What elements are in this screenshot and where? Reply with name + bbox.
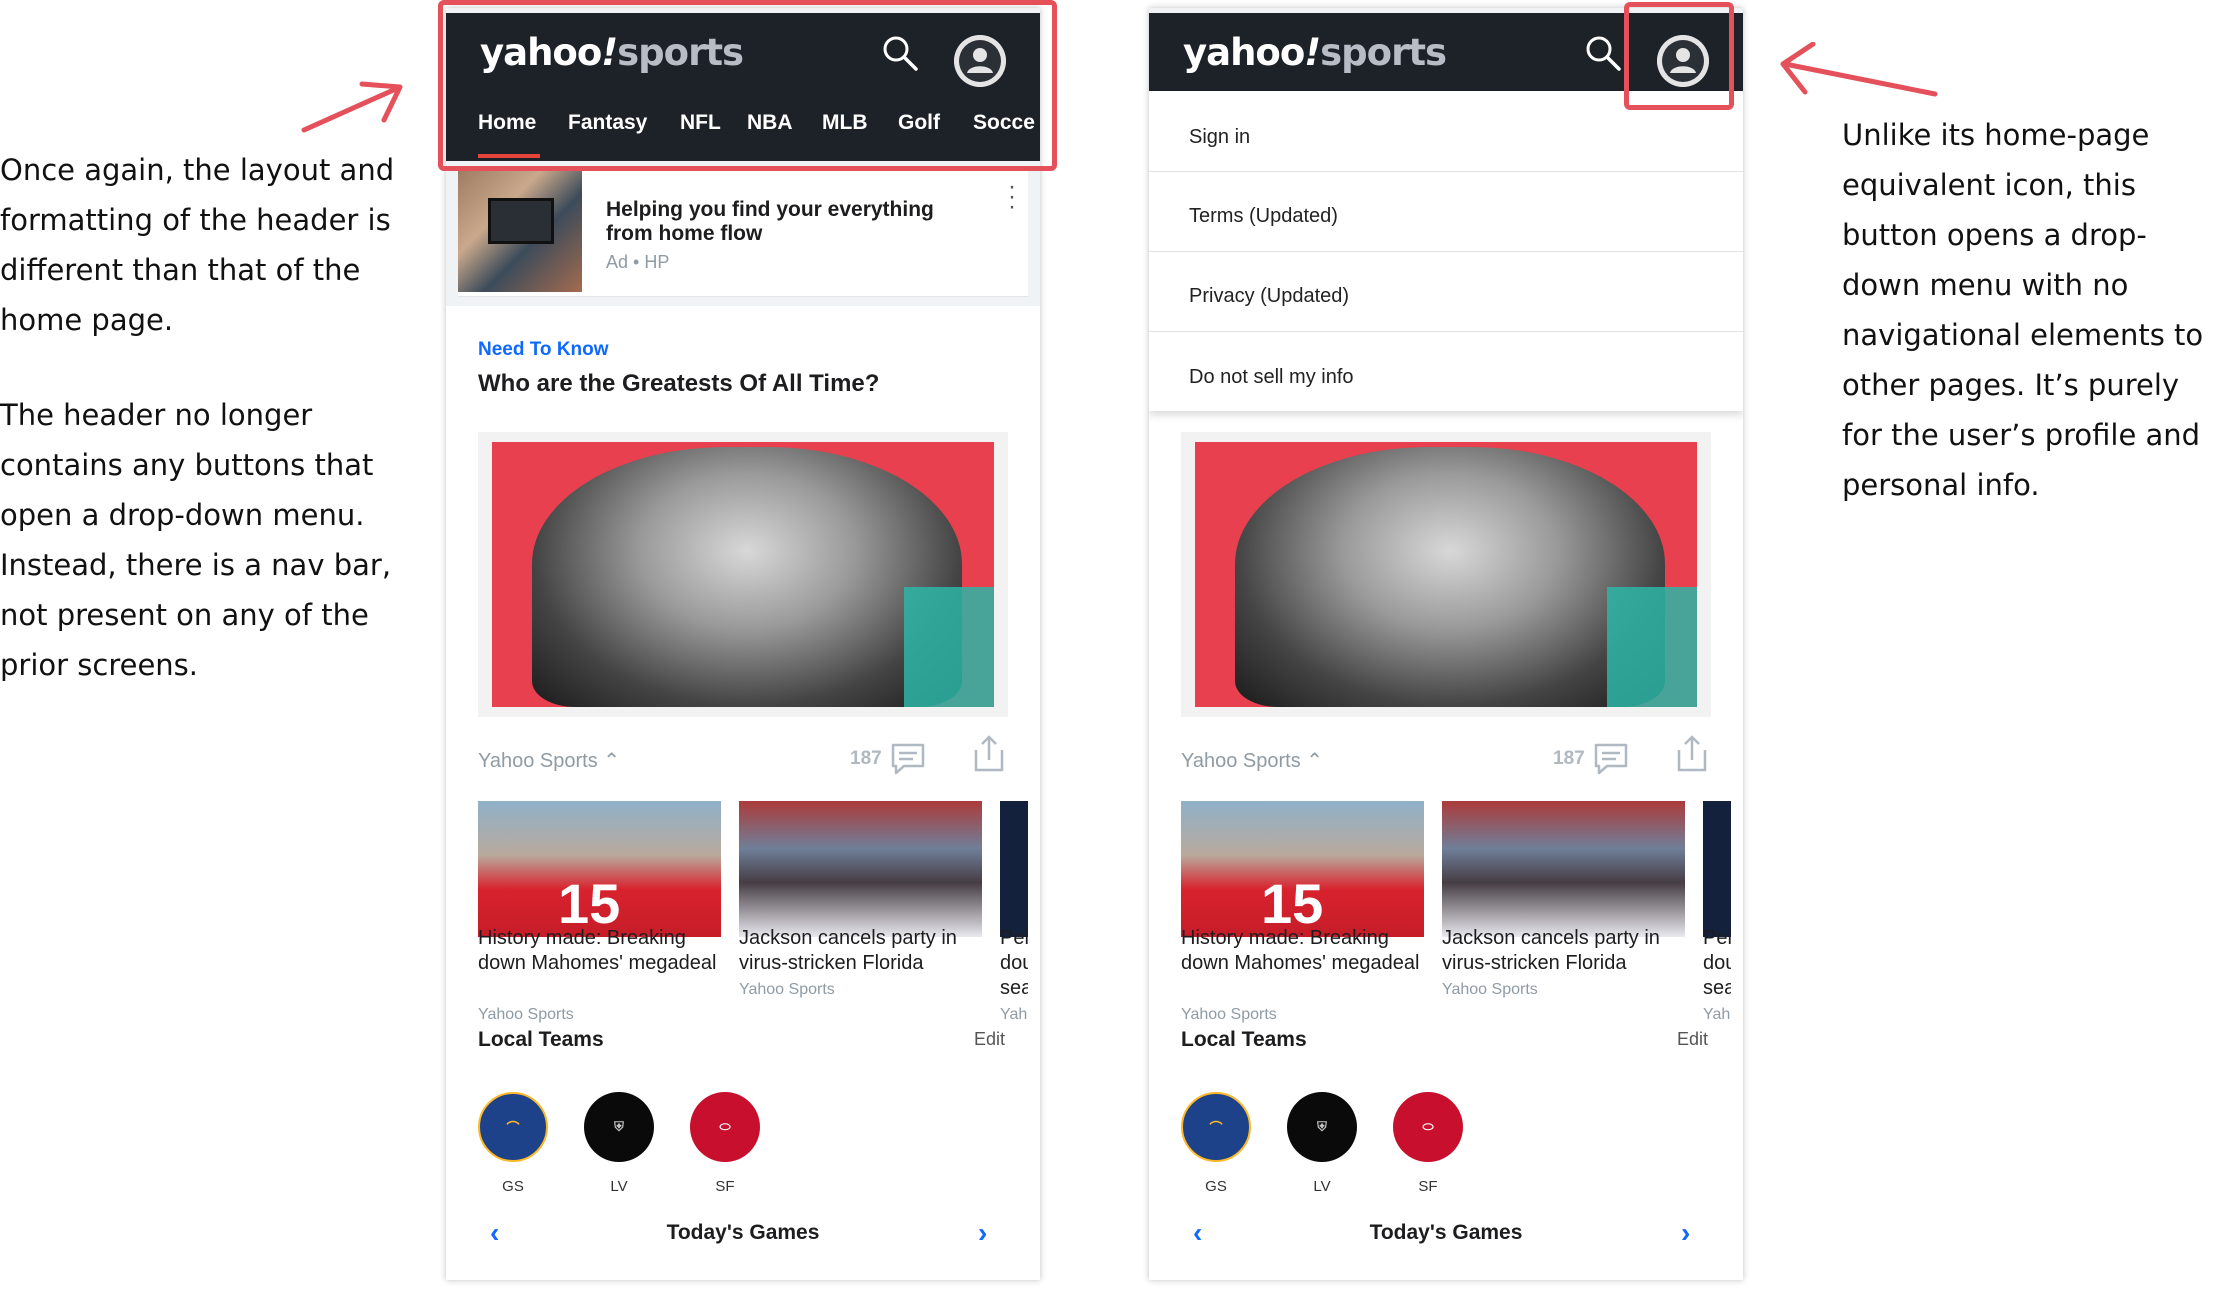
annotation-paragraph: The header no longer contains any button… — [0, 398, 392, 682]
chevron-up-icon: ⌃ — [603, 750, 621, 772]
team-code: SF — [1418, 1178, 1438, 1195]
share-icon[interactable] — [972, 734, 1006, 774]
story-source: Yah — [1000, 1006, 1028, 1023]
story-image[interactable]: 15 — [1181, 801, 1424, 937]
shield-icon: ⛨ — [1317, 1119, 1327, 1134]
featured-image[interactable] — [478, 432, 1008, 717]
story-title[interactable]: Jackson cancels party in virus-stricken … — [739, 926, 979, 976]
comment-count: 187 — [1553, 748, 1585, 769]
team-logo-sf[interactable]: ⬭ — [690, 1092, 760, 1162]
comment-icon[interactable] — [890, 742, 926, 776]
local-teams-title: Local Teams — [478, 1028, 604, 1051]
ad-title: Helping you find your everything from ho… — [606, 198, 934, 245]
yahoo-sports-logo[interactable]: yahoo!sports — [1183, 31, 1447, 74]
comment-icon[interactable] — [1593, 742, 1629, 776]
bridge-icon: ⌒ — [506, 1120, 520, 1136]
avatar-highlight-box — [1624, 2, 1734, 110]
annotation-paragraph: Once again, the layout and formatting of… — [0, 153, 395, 337]
feed-card: Need To Know Who are the Greatests Of Al… — [446, 306, 1040, 1280]
story-image[interactable] — [1000, 801, 1028, 937]
feed-card: Yahoo Sports ⌃ 187 15 History made: Brea… — [1149, 306, 1743, 1280]
story-source: Yahoo Sports — [1442, 981, 1538, 998]
todays-games-title: Today's Games — [666, 1221, 820, 1244]
annotation-paragraph: Unlike its home-page equivalent icon, th… — [1842, 118, 2204, 502]
header-highlight-box — [438, 0, 1057, 171]
chevron-right-icon[interactable]: › — [1681, 1219, 1690, 1247]
story-title[interactable]: History made: Breaking down Mahomes' meg… — [1181, 926, 1421, 976]
comment-count: 187 — [850, 748, 882, 769]
team-code: GS — [1205, 1178, 1227, 1195]
edit-teams-link[interactable]: Edit — [974, 1029, 1005, 1050]
menu-item-sign-in[interactable]: Sign in — [1189, 126, 1250, 149]
logo-text: sports — [1320, 31, 1447, 74]
left-annotation: Once again, the layout and formatting of… — [0, 145, 395, 690]
more-options-icon[interactable]: · · · — [1008, 175, 1016, 219]
arrow-right-icon — [301, 81, 403, 133]
team-code: GS — [502, 1178, 524, 1195]
team-code: LV — [610, 1178, 628, 1195]
todays-games-title: Today's Games — [1369, 1221, 1523, 1244]
featured-source[interactable]: Yahoo Sports ⌃ — [478, 748, 620, 773]
story-image[interactable] — [739, 801, 982, 937]
story-source: Yah — [1703, 1006, 1731, 1023]
sponsored-ad[interactable]: Helping you find your everything from ho… — [458, 168, 1028, 297]
team-code: LV — [1313, 1178, 1331, 1195]
arrow-left-icon — [1780, 42, 1938, 97]
story-title[interactable]: Pel dou sea — [1703, 926, 1731, 1001]
team-logo-gs[interactable]: ⌒ — [1181, 1092, 1251, 1162]
story-title[interactable]: Pel dou sea — [1000, 926, 1028, 1001]
search-icon[interactable] — [1583, 33, 1623, 73]
story-title[interactable]: History made: Breaking down Mahomes' meg… — [478, 926, 718, 976]
featured-headline[interactable]: Who are the Greatests Of All Time? — [478, 370, 879, 398]
share-icon[interactable] — [1675, 734, 1709, 774]
chevron-right-icon[interactable]: › — [978, 1219, 987, 1247]
story-image[interactable] — [1442, 801, 1685, 937]
story-image[interactable] — [1703, 801, 1731, 937]
team-logo-gs[interactable]: ⌒ — [478, 1092, 548, 1162]
story-image[interactable]: 15 — [478, 801, 721, 937]
source-label: Yahoo Sports — [1181, 750, 1301, 772]
chevron-up-icon: ⌃ — [1306, 750, 1324, 772]
story-title[interactable]: Jackson cancels party in virus-stricken … — [1442, 926, 1682, 976]
oval-logo-icon: ⬭ — [1422, 1119, 1434, 1134]
featured-image[interactable] — [1181, 432, 1711, 717]
profile-dropdown-menu: Sign in Terms (Updated) Privacy (Updated… — [1149, 91, 1743, 411]
logo-text: yahoo — [1183, 31, 1305, 74]
bridge-icon: ⌒ — [1209, 1120, 1223, 1136]
team-code: SF — [715, 1178, 735, 1195]
featured-source[interactable]: Yahoo Sports ⌃ — [1181, 748, 1323, 773]
team-logo-lv[interactable]: ⛨ — [584, 1092, 654, 1162]
story-source: Yahoo Sports — [739, 981, 835, 998]
edit-teams-link[interactable]: Edit — [1677, 1029, 1708, 1050]
ad-label: Ad • HP — [606, 252, 670, 272]
section-kicker[interactable]: Need To Know — [478, 339, 609, 361]
logo-text: ! — [1304, 31, 1321, 74]
story-source: Yahoo Sports — [1181, 1006, 1277, 1023]
oval-logo-icon: ⬭ — [719, 1119, 731, 1134]
shield-icon: ⛨ — [614, 1119, 624, 1134]
phone-screen-dropdown: yahoo!sports Yahoo Sports ⌃ 187 15 Histo… — [1149, 8, 1743, 1280]
menu-item-privacy[interactable]: Privacy (Updated) — [1189, 285, 1349, 308]
source-label: Yahoo Sports — [478, 750, 598, 772]
team-logo-sf[interactable]: ⬭ — [1393, 1092, 1463, 1162]
right-annotation: Unlike its home-page equivalent icon, th… — [1842, 110, 2222, 510]
ad-image — [458, 168, 582, 292]
menu-item-terms[interactable]: Terms (Updated) — [1189, 205, 1338, 228]
team-logo-lv[interactable]: ⛨ — [1287, 1092, 1357, 1162]
menu-item-do-not-sell[interactable]: Do not sell my info — [1189, 366, 1354, 389]
phone-screen-home: yahoo!sports Home Fantasy NFL NBA MLB Go… — [446, 8, 1040, 1280]
local-teams-title: Local Teams — [1181, 1028, 1307, 1051]
story-source: Yahoo Sports — [478, 1006, 574, 1023]
